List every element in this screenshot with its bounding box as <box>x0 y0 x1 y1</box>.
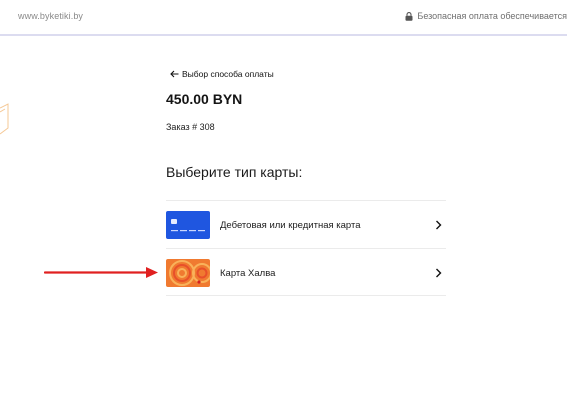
chevron-right-icon <box>436 220 442 230</box>
decorative-cube-icon <box>0 103 9 135</box>
secure-text: Безопасная оплата обеспечивается <box>417 11 567 21</box>
back-link-label: Выбор способа оплаты <box>182 69 274 79</box>
payment-amount: 450.00 BYN <box>166 91 243 107</box>
card-option-debit-credit[interactable]: Дебетовая или кредитная карта <box>166 200 446 248</box>
bank-card-icon <box>166 211 210 239</box>
arrow-left-icon <box>170 70 179 78</box>
card-option-halva[interactable]: Карта Халва <box>166 248 446 296</box>
card-option-label: Карта Халва <box>220 268 276 279</box>
chevron-right-icon <box>436 268 442 278</box>
halva-card-icon <box>166 259 210 287</box>
order-number: Заказ # 308 <box>166 122 215 132</box>
secure-payment-notice: Безопасная оплата обеспечивается <box>405 11 567 21</box>
top-bar: www.byketiki.by Безопасная оплата обеспе… <box>0 0 567 36</box>
card-type-list: Дебетовая или кредитная карта Карта Халв… <box>166 200 446 296</box>
annotation-arrow-icon <box>44 267 158 278</box>
choose-card-type-title: Выберите тип карты: <box>166 164 303 180</box>
back-to-payment-method-link[interactable]: Выбор способа оплаты <box>170 69 274 79</box>
lock-icon <box>405 11 413 21</box>
site-url[interactable]: www.byketiki.by <box>18 11 83 21</box>
card-option-label: Дебетовая или кредитная карта <box>220 220 361 231</box>
